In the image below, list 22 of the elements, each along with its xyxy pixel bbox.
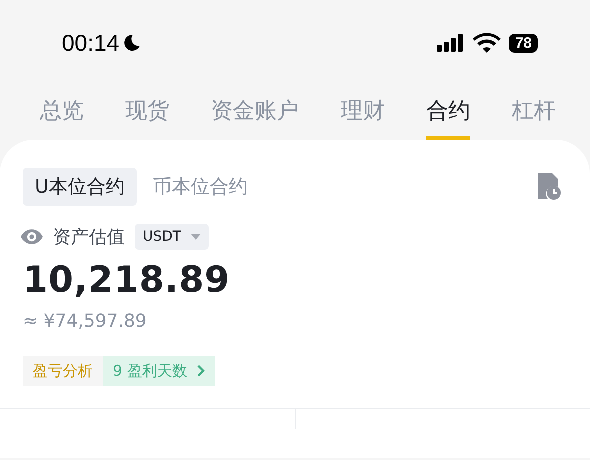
nav-tab[interactable]: 现货 [126,96,170,140]
signal-icon [437,34,466,52]
contract-tab[interactable]: 币本位合约 [140,168,260,206]
nav-tab[interactable]: 总览 [40,96,84,140]
converted-amount: ≈ ¥74,597.89 [22,310,148,332]
chevron-right-icon [197,365,206,377]
contract-tab[interactable]: U本位合约 [23,168,137,206]
eye-icon[interactable] [21,229,43,245]
nav-tab[interactable]: 理财 [340,96,385,140]
asset-amount: 10,218.89 [22,259,232,301]
nav-tab[interactable]: 资金账户 [211,96,300,140]
profit-days-button[interactable]: 9 盈利天数 [103,356,216,386]
battery-level: 78 [509,34,538,52]
asset-label: 资产估值 [53,226,125,249]
moon-icon [122,33,142,53]
document-clock-icon[interactable] [536,173,562,201]
nav-tab[interactable]: 杠杆 [512,96,556,140]
pnl-analysis-button[interactable]: 盈亏分析 [23,356,103,386]
currency-dropdown[interactable]: USDT [135,224,210,250]
wifi-icon [473,33,502,53]
status-time: 00:14 [62,30,120,56]
caret-icon [191,234,202,240]
